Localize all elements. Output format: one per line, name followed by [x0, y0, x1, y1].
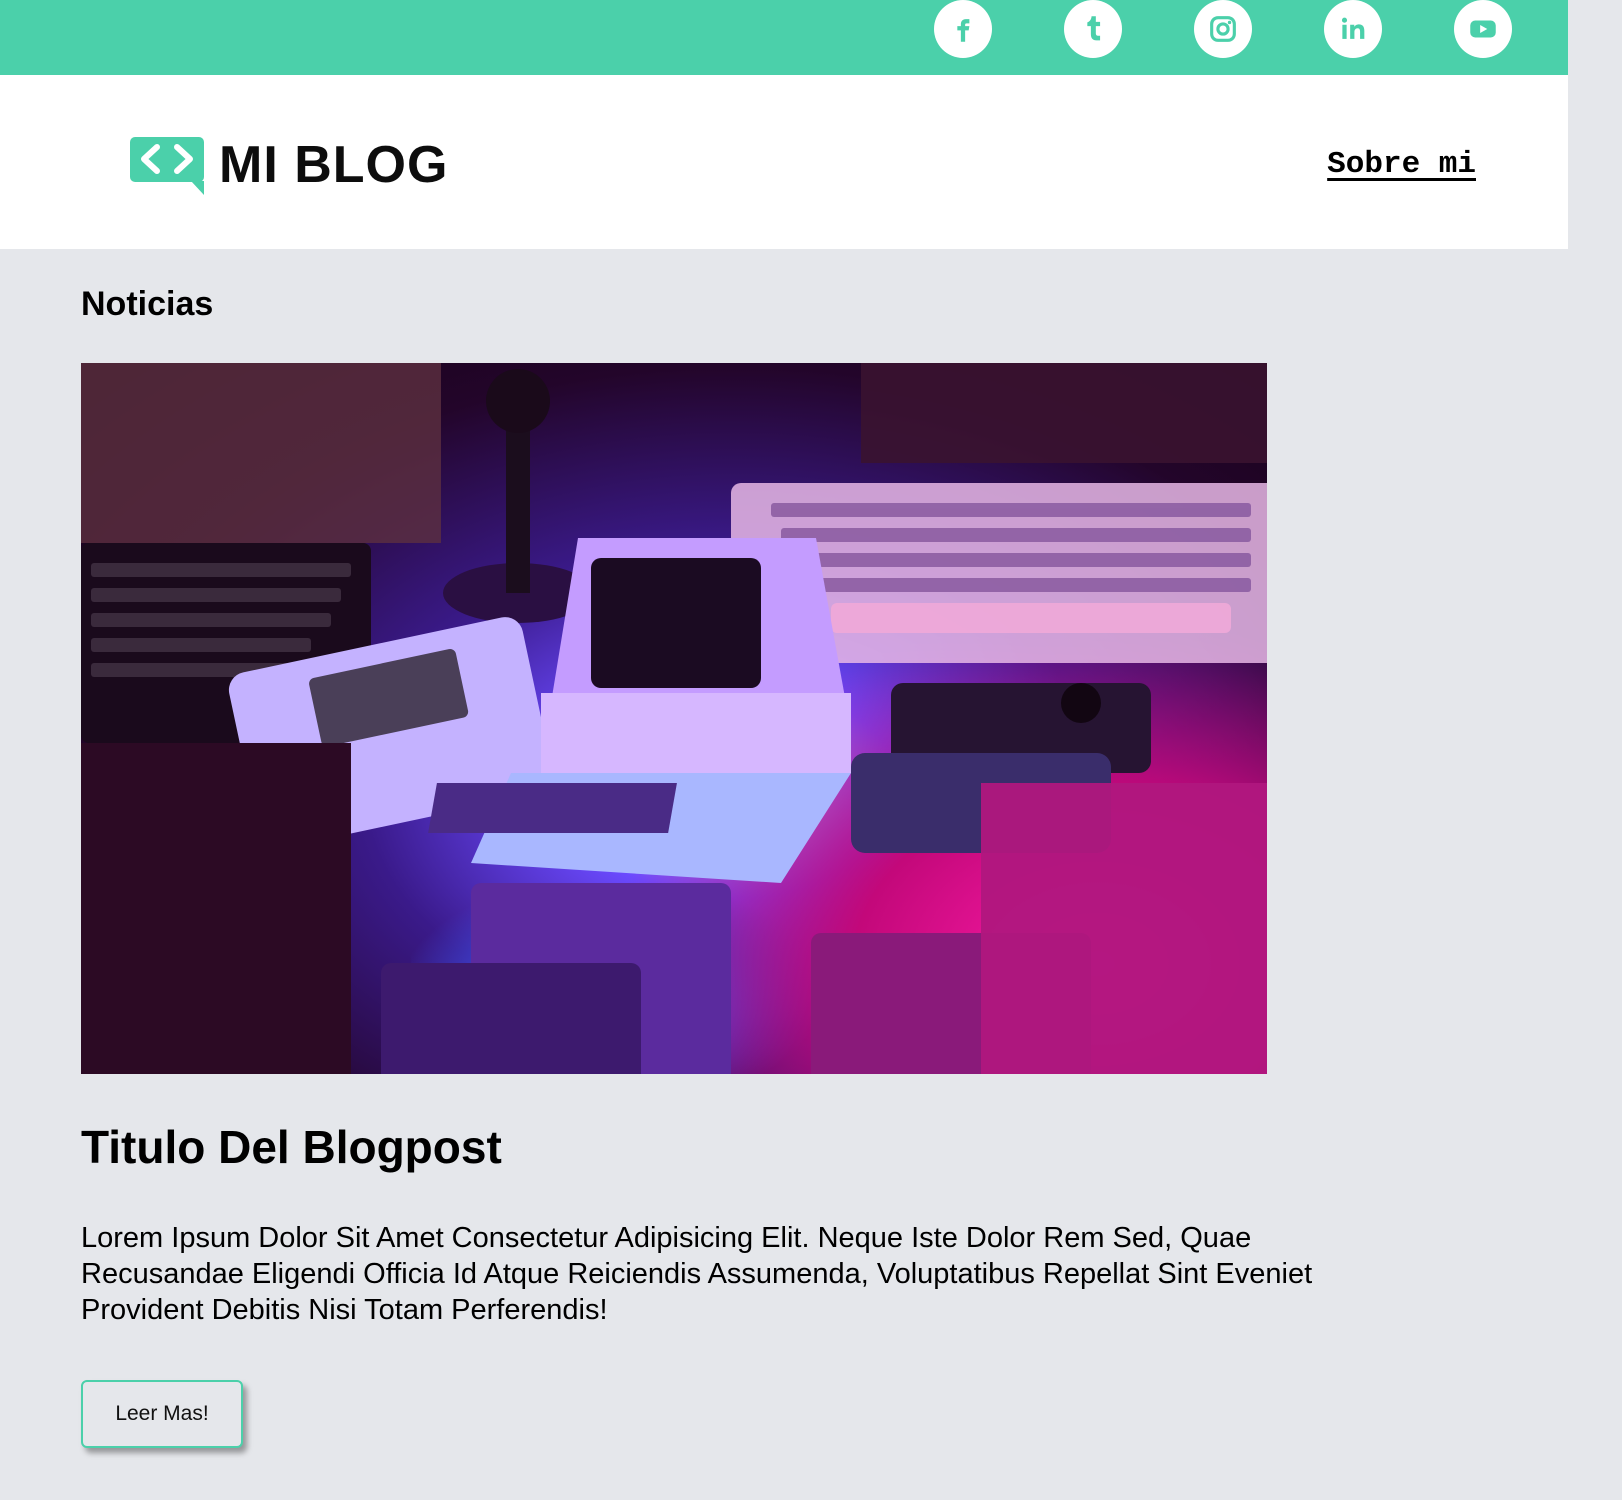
main-content: Noticias Titulo Del Blogpost Lorem Ipsum… — [0, 249, 1568, 1448]
post-excerpt: Lorem Ipsum Dolor Sit Amet Consectetur A… — [81, 1222, 1313, 1326]
post-image — [81, 363, 1267, 1074]
tumblr-icon[interactable] — [1064, 0, 1122, 58]
read-more-button[interactable]: Leer Mas! — [81, 1380, 243, 1448]
nav-link-sobre-mi[interactable]: Sobre mi — [1327, 147, 1476, 182]
post-title: Titulo Del Blogpost — [81, 1121, 502, 1173]
facebook-icon[interactable] — [934, 0, 992, 58]
linkedin-icon[interactable] — [1324, 0, 1382, 58]
logo[interactable]: MI BLOG — [129, 135, 448, 195]
top-bar — [0, 0, 1568, 75]
youtube-icon[interactable] — [1454, 0, 1512, 58]
site-header: MI BLOG Sobre mi — [0, 75, 1568, 249]
logo-text: MI BLOG — [219, 136, 449, 194]
retro-computers-illustration — [81, 363, 1267, 1074]
instagram-icon[interactable] — [1194, 0, 1252, 58]
social-links — [934, 0, 1512, 58]
code-bubble-icon — [129, 135, 205, 195]
section-title: Noticias — [81, 285, 214, 323]
